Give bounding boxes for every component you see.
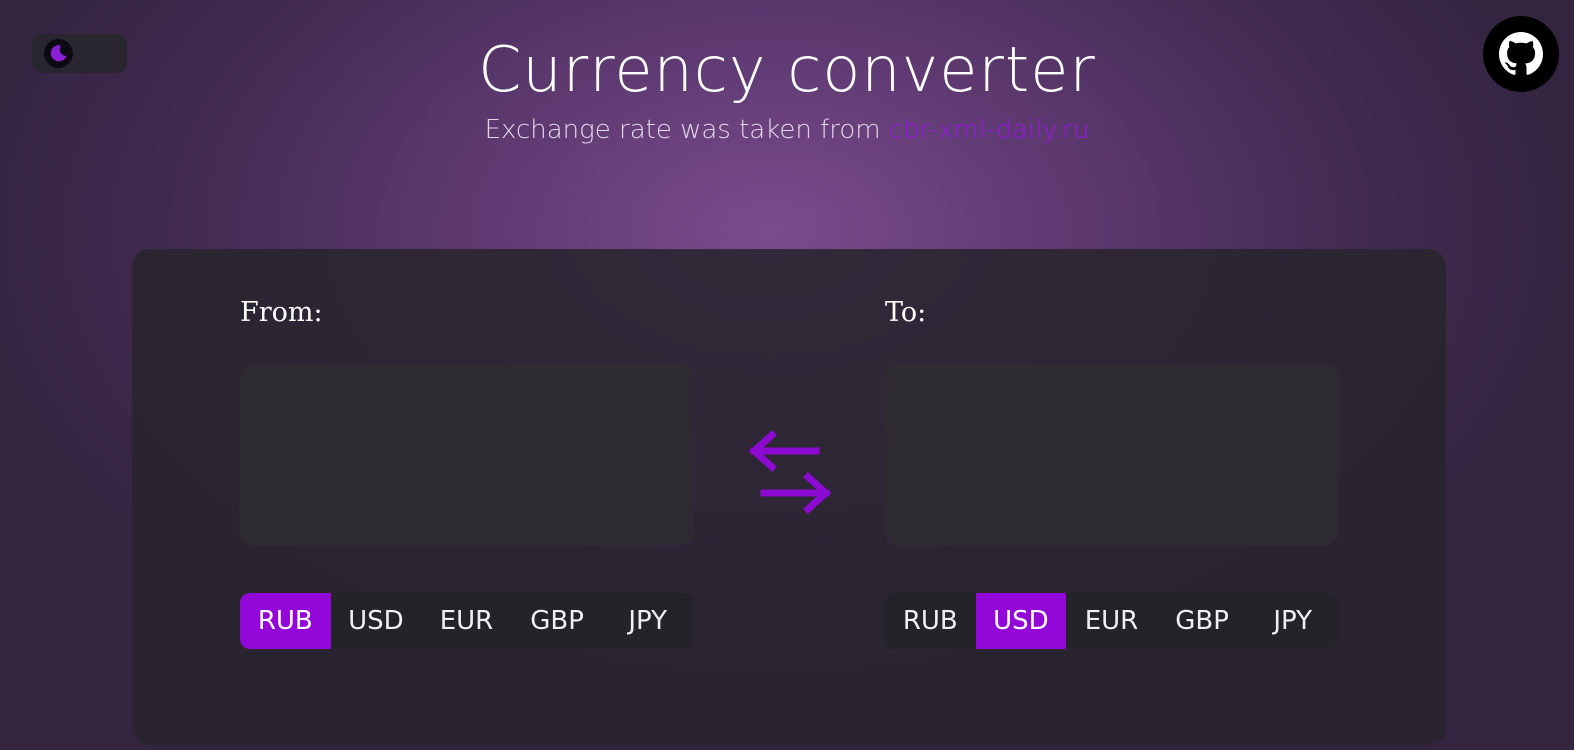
from-currency-jpy[interactable]: JPY (602, 593, 693, 649)
page-subtitle: Exchange rate was taken from cbr-xml-dai… (0, 112, 1574, 148)
to-label: To: (885, 297, 927, 328)
to-currency-gbp[interactable]: GBP (1157, 593, 1248, 649)
to-currency-eur[interactable]: EUR (1066, 593, 1157, 649)
from-label: From: (240, 297, 323, 328)
from-currency-eur[interactable]: EUR (421, 593, 512, 649)
swap-arrows-icon (748, 430, 832, 514)
from-currency-selector: RUB USD EUR GBP JPY (240, 593, 693, 649)
from-currency-rub[interactable]: RUB (240, 593, 331, 649)
to-amount-input[interactable] (885, 364, 1338, 545)
from-currency-gbp[interactable]: GBP (512, 593, 603, 649)
to-amount-box[interactable] (885, 364, 1338, 545)
from-amount-input[interactable] (240, 364, 693, 545)
to-currency-jpy[interactable]: JPY (1247, 593, 1338, 649)
to-currency-selector: RUB USD EUR GBP JPY (885, 593, 1338, 649)
swap-button[interactable] (744, 429, 834, 523)
page-title: Currency converter (478, 33, 1096, 106)
subtitle-text: Exchange rate was taken from (484, 115, 889, 145)
to-currency-usd[interactable]: USD (975, 593, 1067, 649)
from-amount-box[interactable] (240, 364, 693, 545)
from-currency-usd[interactable]: USD (331, 593, 422, 649)
source-link[interactable]: cbr-xml-daily.ru (889, 115, 1090, 145)
converter-card: From: RUB USD EUR GBP JPY To: RUB USD EU… (132, 249, 1446, 745)
to-currency-rub[interactable]: RUB (885, 593, 976, 649)
page-header: Currency converter Exchange rate was tak… (0, 30, 1574, 148)
